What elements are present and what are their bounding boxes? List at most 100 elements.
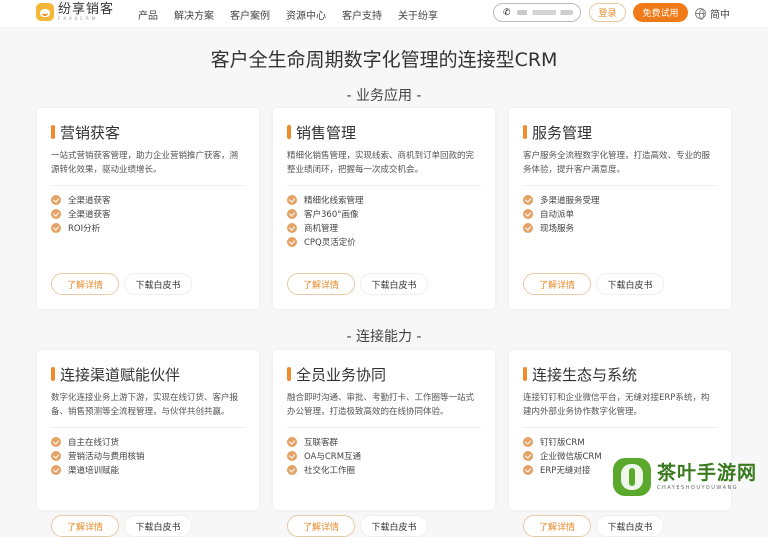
title-accent-bar — [287, 125, 291, 139]
card-description: 一站式营销获客管理，助力企业营销推广获客，溯源转化效果，驱动业绩增长。 — [51, 151, 239, 175]
feature-item: 营销活动与费用核销 — [51, 449, 245, 463]
feature-item: 客户360°画像 — [287, 207, 481, 221]
card-description: 融合即时沟通、审批、考勤打卡、工作圈等一站式办公管理，打造极致高效的在线协同体验… — [287, 393, 475, 417]
logo-name: 纷享销客 — [58, 2, 115, 17]
download-whitepaper-button[interactable]: 下载白皮书 — [360, 273, 428, 295]
feature-label: 互联客群 — [304, 438, 339, 448]
card-collaboration: 全员业务协同 融合即时沟通、审批、考勤打卡、工作圈等一站式办公管理，打造极致高效… — [273, 350, 495, 537]
section-title-business: - 业务应用 - — [346, 88, 422, 104]
watermark-name: 茶叶手游网 — [657, 461, 758, 484]
check-icon — [523, 223, 533, 233]
nav-item-about[interactable]: 关于纷享 — [398, 7, 438, 22]
section-title-connect: - 连接能力 - — [346, 329, 422, 345]
divider — [287, 185, 481, 186]
learn-more-button[interactable]: 了解详情 — [287, 273, 355, 295]
check-icon — [523, 451, 533, 461]
divider — [51, 185, 245, 186]
phone-icon: ✆ — [503, 7, 511, 18]
check-icon — [51, 223, 61, 233]
check-icon — [523, 195, 533, 205]
feature-item: 自主在线订货 — [51, 435, 245, 449]
feature-label: 钉钉版CRM — [540, 438, 585, 448]
check-icon — [523, 209, 533, 219]
feature-label: 营销活动与费用核销 — [68, 452, 145, 462]
check-icon — [523, 437, 533, 447]
card-marketing: 营销获客 一站式营销获客管理，助力企业营销推广获客，溯源转化效果，驱动业绩增长。… — [37, 108, 259, 309]
brand-logo[interactable]: 纷享销客 FXXKCRM — [36, 3, 114, 21]
nav-item-solutions[interactable]: 解决方案 — [174, 7, 214, 22]
title-accent-bar — [523, 125, 527, 139]
watermark: 茶叶手游网 CHAYESHOUYOUWANG — [613, 458, 757, 496]
feature-item: OA与CRM互通 — [287, 449, 481, 463]
download-whitepaper-button[interactable]: 下载白皮书 — [124, 273, 192, 295]
check-icon — [287, 195, 297, 205]
logo-icon — [36, 3, 54, 21]
learn-more-button[interactable]: 了解详情 — [51, 273, 119, 295]
check-icon — [287, 209, 297, 219]
card-title: 服务管理 — [532, 123, 593, 142]
card-service: 服务管理 客户服务全流程数字化管理，打造高效、专业的服务体验，提升客户满意度。 … — [509, 108, 731, 309]
check-icon — [523, 465, 533, 475]
card-sales: 销售管理 精细化销售管理，实现线索、商机到订单回款的完整业绩闭环，把握每一次成交… — [273, 108, 495, 309]
divider — [51, 427, 245, 428]
feature-label: 客户360°画像 — [304, 210, 359, 220]
feature-label: ERP无缝对接 — [540, 466, 591, 476]
check-icon — [51, 437, 61, 447]
title-accent-bar — [51, 125, 55, 139]
download-whitepaper-button[interactable]: 下载白皮书 — [596, 515, 664, 537]
top-navigation-bar: 纷享销客 FXXKCRM 产品 解决方案 客户案例 资源中心 客户支持 关于纷享… — [0, 0, 768, 27]
download-whitepaper-button[interactable]: 下载白皮书 — [360, 515, 428, 537]
learn-more-button[interactable]: 了解详情 — [51, 515, 119, 537]
feature-label: CPQ灵活定价 — [304, 238, 356, 248]
title-accent-bar — [523, 367, 527, 381]
feature-item: 互联客群 — [287, 435, 481, 449]
logo-subtitle: FXXKCRM — [58, 16, 99, 21]
title-accent-bar — [287, 367, 291, 381]
free-trial-button[interactable]: 免费试用 — [633, 3, 688, 22]
feature-label: 全渠道获客 — [68, 210, 111, 220]
nav-item-products[interactable]: 产品 — [138, 7, 158, 22]
card-title: 营销获客 — [60, 123, 121, 142]
feature-item: 自动派单 — [523, 207, 717, 221]
download-whitepaper-button[interactable]: 下载白皮书 — [124, 515, 192, 537]
card-title: 全员业务协同 — [296, 365, 387, 384]
watermark-leaf-icon — [613, 458, 651, 496]
download-whitepaper-button[interactable]: 下载白皮书 — [596, 273, 664, 295]
check-icon — [51, 465, 61, 475]
feature-label: 企业微信版CRM — [540, 452, 602, 462]
nav-item-support[interactable]: 客户支持 — [342, 7, 382, 22]
divider — [523, 185, 717, 186]
feature-label: 自动派单 — [540, 210, 575, 220]
feature-item: CPQ灵活定价 — [287, 235, 481, 249]
language-label: 简中 — [710, 10, 730, 21]
feature-label: 精细化线索管理 — [304, 196, 364, 206]
feature-item: 全渠道获客 — [51, 207, 245, 221]
feature-label: 全渠道获客 — [68, 196, 111, 206]
card-title: 连接渠道赋能伙伴 — [60, 365, 181, 384]
learn-more-button[interactable]: 了解详情 — [523, 515, 591, 537]
feature-item: 社交化工作圈 — [287, 463, 481, 477]
watermark-subtitle: CHAYESHOUYOUWANG — [657, 485, 739, 492]
card-channel-partners: 连接渠道赋能伙伴 数字化连接业务上游下游，实现在线订货、客户报备、销售预测等全流… — [37, 350, 259, 537]
login-button[interactable]: 登录 — [589, 3, 626, 22]
feature-label: ROI分析 — [68, 224, 101, 234]
check-icon — [287, 223, 297, 233]
card-title: 连接生态与系统 — [532, 365, 638, 384]
language-switcher[interactable]: 简中 — [695, 6, 730, 21]
check-icon — [51, 209, 61, 219]
phone-contact-button[interactable]: ✆ — [493, 3, 581, 22]
nav-item-cases[interactable]: 客户案例 — [230, 7, 270, 22]
feature-label: 社交化工作圈 — [304, 466, 356, 476]
feature-item: 精细化线索管理 — [287, 193, 481, 207]
feature-label: 商机管理 — [304, 224, 339, 234]
feature-label: 自主在线订货 — [68, 438, 120, 448]
check-icon — [287, 237, 297, 247]
globe-icon — [695, 8, 706, 20]
feature-label: OA与CRM互通 — [304, 452, 362, 462]
feature-item: 商机管理 — [287, 221, 481, 235]
card-title: 销售管理 — [296, 123, 357, 142]
card-description: 数字化连接业务上游下游，实现在线订货、客户报备、销售预测等全流程管理，与伙伴共创… — [51, 393, 239, 417]
learn-more-button[interactable]: 了解详情 — [287, 515, 355, 537]
learn-more-button[interactable]: 了解详情 — [523, 273, 591, 295]
nav-item-resources[interactable]: 资源中心 — [286, 7, 326, 22]
